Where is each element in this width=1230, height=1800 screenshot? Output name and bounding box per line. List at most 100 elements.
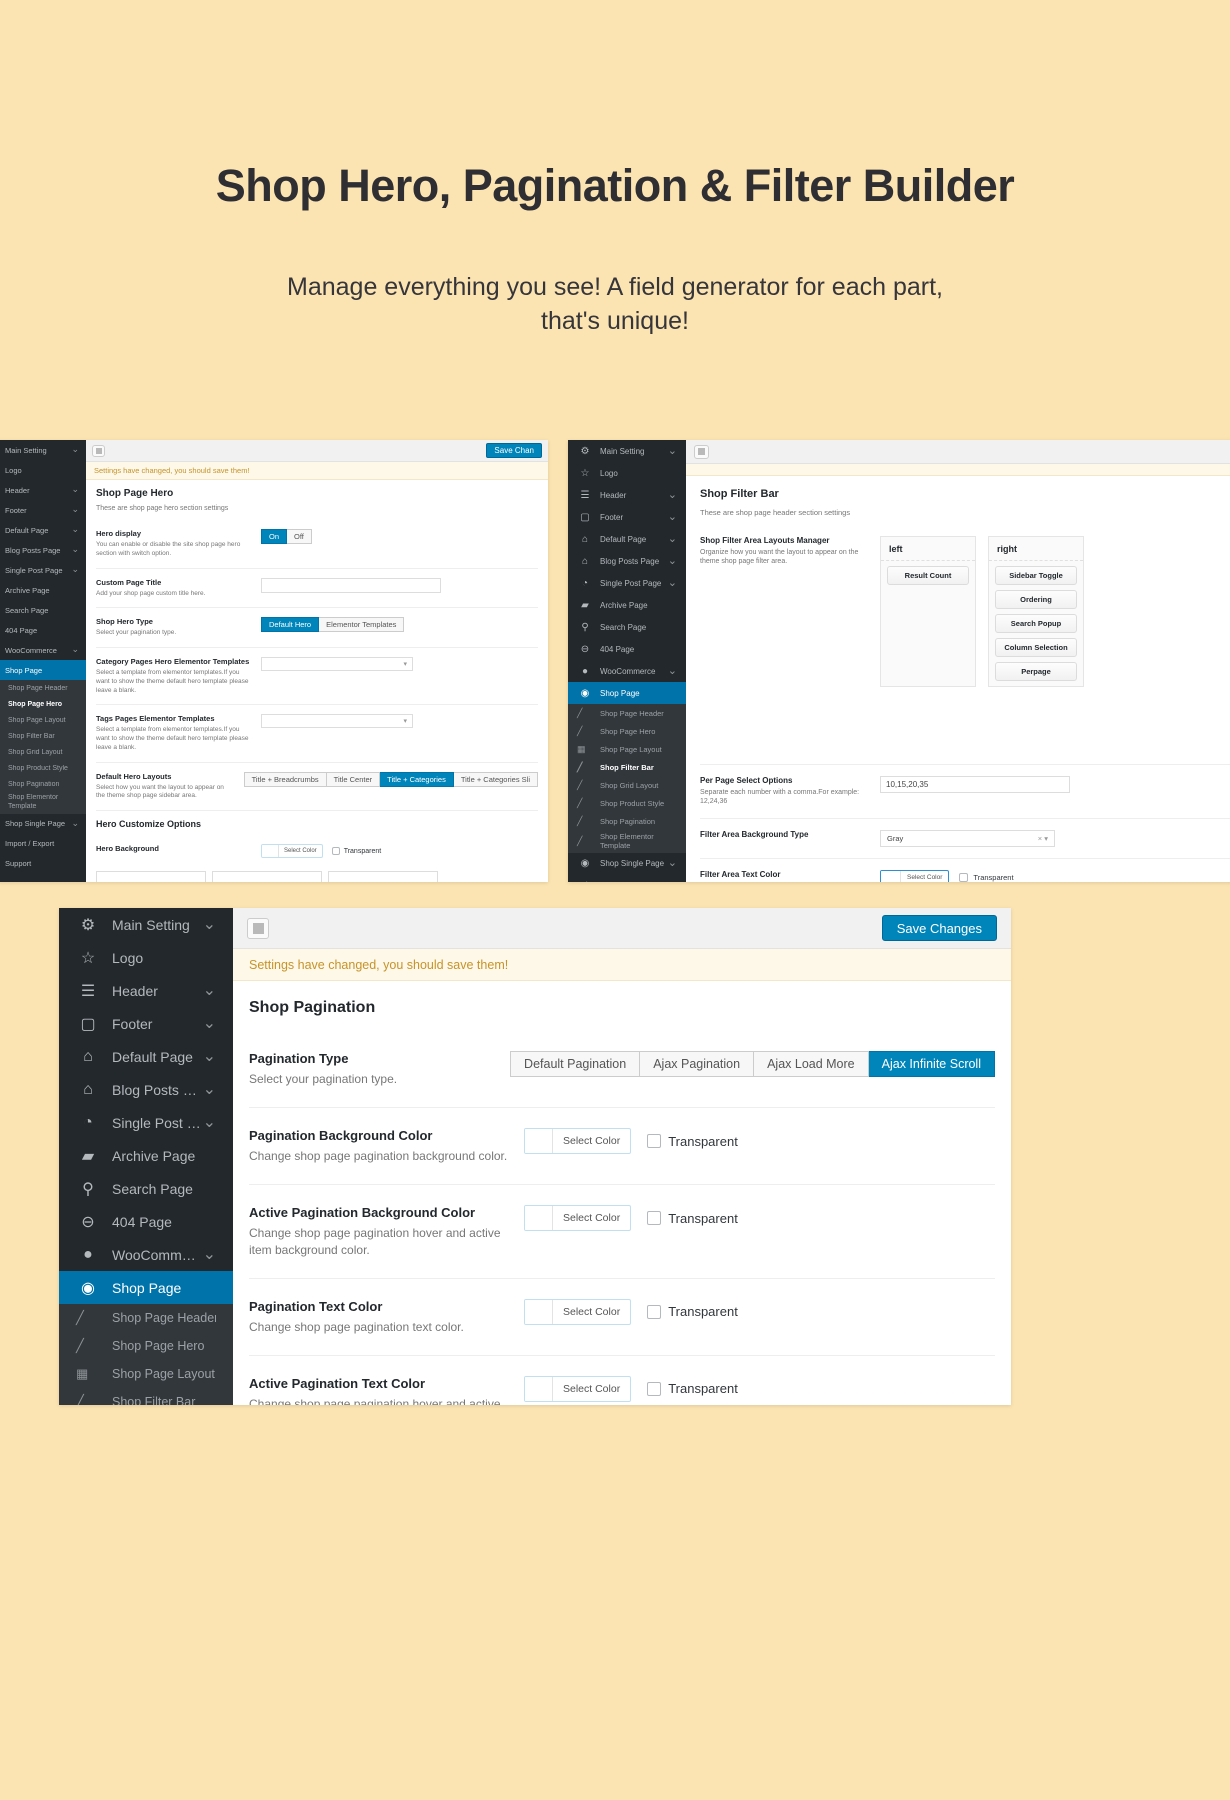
sidebar-subitem-shop-page-hero[interactable]: ╱ Shop Page Hero <box>568 722 686 740</box>
sidebar-item-header[interactable]: Header ⌄ <box>0 480 86 500</box>
sidebar-item-default-page[interactable]: ⌂ Default Page ⌄ <box>59 1040 233 1073</box>
pagination-bg-transparent-toggle[interactable]: Transparent <box>647 1134 738 1149</box>
expand-sections-button[interactable] <box>92 444 105 457</box>
sidebar-subitem-shop-page-layout[interactable]: Shop Page Layout <box>0 712 86 728</box>
custom-page-title-input[interactable] <box>261 577 441 593</box>
sidebar-item-search-page[interactable]: Search Page <box>0 600 86 620</box>
sidebar-subitem-shop-product-style[interactable]: ╱ Shop Product Style <box>568 794 686 812</box>
sidebar-item-footer[interactable]: ▢ Footer ⌄ <box>59 1007 233 1040</box>
sidebar-subitem-shop-page-header[interactable]: ╱ Shop Page Header <box>59 1304 233 1332</box>
sidebar-item-shop-page[interactable]: ◉ Shop Page <box>568 682 686 704</box>
sidebar-subitem-shop-filter-bar[interactable]: ╱ Shop Filter Bar <box>59 1388 233 1405</box>
layout-title-categories-slider-button[interactable]: Title + Categories Sli <box>453 771 538 787</box>
sidebar-item-main-setting[interactable]: ⚙ Main Setting ⌄ <box>59 908 233 941</box>
sidebar-subitem-shop-filter-bar[interactable]: Shop Filter Bar <box>0 728 86 744</box>
hero-display-off-button[interactable]: Off <box>287 529 312 544</box>
sidebar-subitem-shop-grid-layout[interactable]: Shop Grid Layout <box>0 744 86 760</box>
checkbox-icon[interactable] <box>647 1211 662 1226</box>
sidebar-item-404-page[interactable]: 404 Page <box>0 620 86 640</box>
sidebar-item-blog-posts-page[interactable]: Blog Posts Page ⌄ <box>0 540 86 560</box>
sidebar-item-single-post-page[interactable]: ◔Single Post Page⌄ <box>568 572 686 594</box>
drag-item-perpage[interactable]: Perpage <box>995 662 1077 681</box>
sidebar-item-404-page[interactable]: ⊖ 404 Page <box>568 638 686 660</box>
active-pagination-bg-color-picker[interactable]: Select Color <box>524 1205 632 1232</box>
sidebar-item-shop-single-page[interactable]: ◉ Shop Single Page ⌄ <box>568 853 686 875</box>
sidebar-item-footer[interactable]: ▢ Footer ⌄ <box>568 506 686 528</box>
pagination-bg-color-picker[interactable]: Select Color <box>524 1128 632 1155</box>
sidebar-item-main-setting[interactable]: Main Setting ⌄ <box>0 440 86 460</box>
save-changes-button[interactable]: Save Chan <box>486 443 542 458</box>
hero-display-toggle[interactable]: On Off <box>261 529 312 544</box>
default-hero-button[interactable]: Default Hero <box>261 617 320 633</box>
sidebar-item-header[interactable]: ☰ Header ⌄ <box>59 974 233 1007</box>
sidebar-item-default-page[interactable]: ⌂ Default Page ⌄ <box>568 528 686 550</box>
layout-title-center-button[interactable]: Title Center <box>326 771 381 787</box>
active-pagination-text-color-picker[interactable]: Select Color <box>524 1375 632 1402</box>
ajax-load-more-button[interactable]: Ajax Load More <box>754 1051 869 1077</box>
sidebar-item-search-page[interactable]: ⚲ Search Page <box>59 1172 233 1205</box>
elementor-templates-button[interactable]: Elementor Templates <box>319 617 405 633</box>
filter-bg-type-select[interactable]: Gray × ▾ <box>880 829 1055 847</box>
sidebar-item-footer[interactable]: Footer ⌄ <box>0 500 86 520</box>
sidebar-item-shop-single-page[interactable]: Shop Single Page ⌄ <box>0 814 86 834</box>
hero-bg-field-1[interactable] <box>96 871 206 882</box>
checkbox-icon[interactable] <box>331 847 340 856</box>
drag-item-column-selection[interactable]: Column Selection <box>995 638 1077 657</box>
ajax-pagination-button[interactable]: Ajax Pagination <box>640 1051 755 1077</box>
hero-bg-field-3[interactable] <box>328 871 438 882</box>
sidebar-subitem-shop-page-layout[interactable]: ▦ Shop Page Layout <box>568 740 686 758</box>
tags-template-select[interactable]: ▾ <box>261 714 413 729</box>
sidebar-item-woocommerce[interactable]: ● WooCommerce ⌄ <box>568 660 686 682</box>
sidebar-subitem-shop-page-hero[interactable]: Shop Page Hero <box>0 696 86 712</box>
sidebar-subitem-shop-pagination[interactable]: ╱ Shop Pagination <box>568 812 686 830</box>
default-pagination-button[interactable]: Default Pagination <box>510 1051 641 1077</box>
sidebar-item-blog-posts-page[interactable]: ⌂Blog Posts Page⌄ <box>59 1073 233 1106</box>
layout-title-categories-button[interactable]: Title + Categories <box>380 771 454 787</box>
sidebar-item-default-page[interactable]: Default Page ⌄ <box>0 520 86 540</box>
active-pagination-text-transparent-toggle[interactable]: Transparent <box>647 1381 738 1396</box>
sidebar-item-header[interactable]: ☰ Header ⌄ <box>568 484 686 506</box>
sidebar-item-search-page[interactable]: ⚲ Search Page <box>568 616 686 638</box>
hero-background-color-picker[interactable]: Select Color <box>261 844 323 859</box>
sidebar-item-single-post-page[interactable]: ◔Single Post Page⌄ <box>59 1106 233 1139</box>
filter-text-color-picker[interactable]: Select Color <box>880 869 950 882</box>
checkbox-icon[interactable] <box>647 1304 662 1319</box>
filter-text-transparent-toggle[interactable]: Transparent <box>959 873 1014 882</box>
sidebar-subitem-shop-elementor-template[interactable]: Shop Elementor Template <box>0 792 86 814</box>
sidebar-item-404-page[interactable]: ⊖ 404 Page <box>59 1205 233 1238</box>
sidebar-item-shop-page[interactable]: ◉ Shop Page <box>59 1271 233 1304</box>
drag-item-result-count[interactable]: Result Count <box>887 566 969 585</box>
sidebar-item-import-export[interactable]: ⇄ Import / Export <box>568 875 686 882</box>
category-hero-template-select[interactable]: ▾ <box>261 657 413 672</box>
sidebar-item-blog-posts-page[interactable]: ⌂Blog Posts Page⌄ <box>568 550 686 572</box>
default-hero-layouts-group[interactable]: Title + Breadcrumbs Title Center Title +… <box>243 771 538 787</box>
sidebar-item-logo[interactable]: ☆ Logo <box>59 941 233 974</box>
drag-item-sidebar-toggle[interactable]: Sidebar Toggle <box>995 566 1077 585</box>
sidebar-item-single-post-page[interactable]: Single Post Page ⌄ <box>0 560 86 580</box>
shop-hero-type-group[interactable]: Default Hero Elementor Templates <box>261 617 405 633</box>
active-pagination-bg-transparent-toggle[interactable]: Transparent <box>647 1211 738 1226</box>
sidebar-item-archive-page[interactable]: ▰ Archive Page <box>568 594 686 616</box>
per-page-options-input[interactable] <box>880 776 1070 793</box>
sidebar-item-shop-page[interactable]: Shop Page <box>0 660 86 680</box>
save-changes-button[interactable]: Save Changes <box>881 915 997 941</box>
layout-title-breadcrumbs-button[interactable]: Title + Breadcrumbs <box>243 771 327 787</box>
sidebar-item-woocommerce[interactable]: WooCommerce ⌄ <box>0 640 86 660</box>
hero-bg-field-2[interactable] <box>212 871 322 882</box>
expand-sections-button[interactable] <box>694 444 709 459</box>
sidebar-item-support[interactable]: Support <box>0 854 86 874</box>
clear-icon[interactable]: × <box>1038 834 1042 843</box>
pagination-type-group[interactable]: Default Pagination Ajax Pagination Ajax … <box>510 1051 995 1077</box>
checkbox-icon[interactable] <box>647 1381 662 1396</box>
sidebar-subitem-shop-page-header[interactable]: Shop Page Header <box>0 680 86 696</box>
drag-item-search-popup[interactable]: Search Popup <box>995 614 1077 633</box>
sidebar-subitem-shop-pagination[interactable]: Shop Pagination <box>0 776 86 792</box>
sidebar-subitem-shop-page-header[interactable]: ╱ Shop Page Header <box>568 704 686 722</box>
drag-item-ordering[interactable]: Ordering <box>995 590 1077 609</box>
sidebar-item-archive-page[interactable]: Archive Page <box>0 580 86 600</box>
hero-background-transparent-toggle[interactable]: Transparent <box>331 847 381 856</box>
checkbox-icon[interactable] <box>647 1134 662 1149</box>
ajax-infinite-scroll-button[interactable]: Ajax Infinite Scroll <box>868 1051 995 1077</box>
sidebar-item-woocommerce[interactable]: ● WooCommerce ⌄ <box>59 1238 233 1271</box>
expand-sections-button[interactable] <box>247 917 269 939</box>
